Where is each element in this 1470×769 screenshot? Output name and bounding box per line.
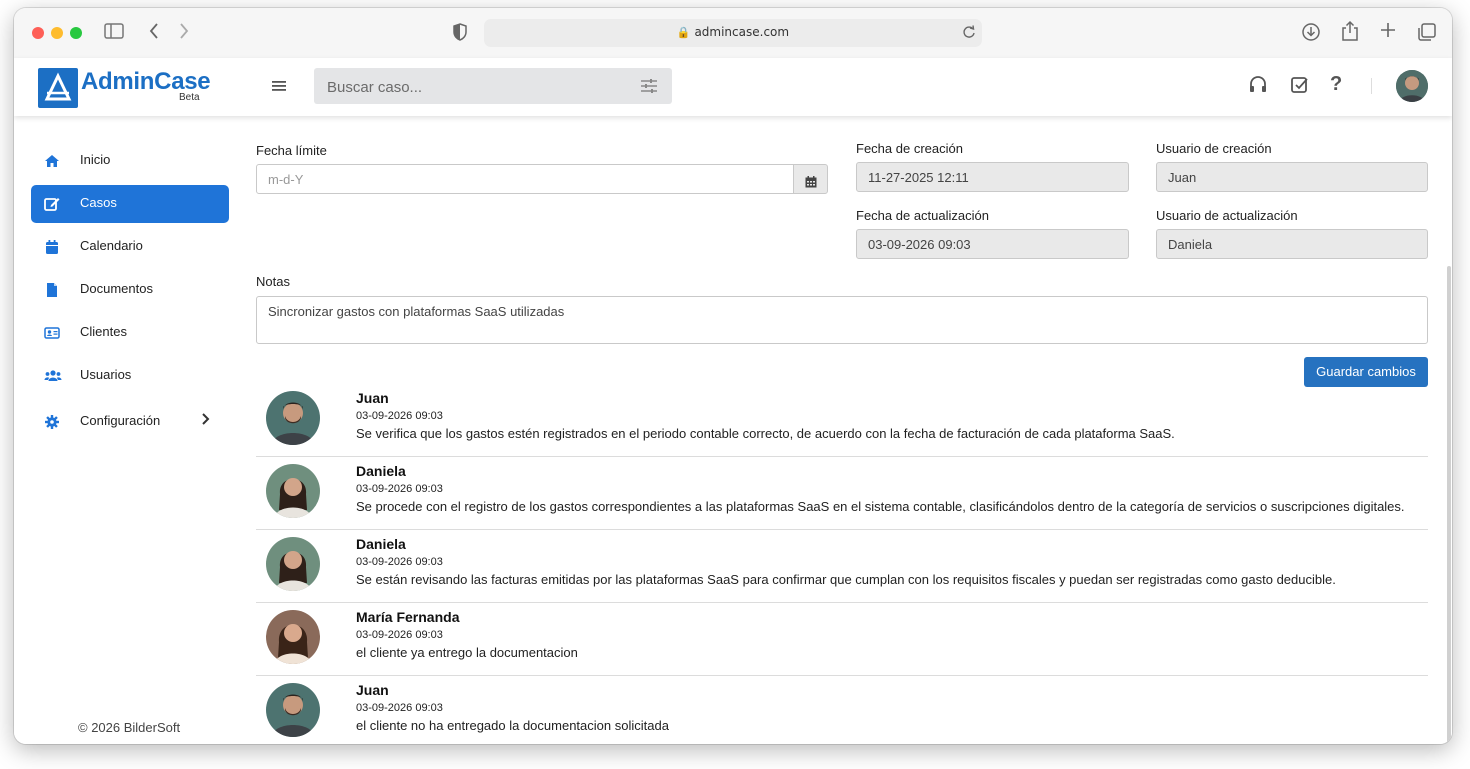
avatar-woman-icon — [266, 464, 320, 518]
comment-text: Se verifica que los gastos estén registr… — [356, 426, 1175, 441]
usuario-creacion-label: Usuario de creación — [1156, 141, 1272, 156]
comment-text: Se están revisando las facturas emitidas… — [356, 572, 1336, 587]
task-check-icon[interactable] — [1290, 75, 1310, 99]
id-card-icon — [44, 325, 60, 341]
comment-author: Daniela — [356, 536, 406, 552]
avatar-man-icon — [266, 391, 320, 445]
close-window-button[interactable] — [32, 27, 44, 39]
sidebar-item-configuracion[interactable]: Configuración — [31, 403, 229, 441]
comment-date: 03-09-2026 09:03 — [356, 410, 443, 422]
comment-item: Daniela 03-09-2026 09:03 Se están revisa… — [256, 529, 1428, 603]
comment-author: Daniela — [356, 463, 406, 479]
app-header: AdminCase Beta ? — [14, 58, 1452, 116]
fecha-limite-input[interactable]: m-d-Y — [256, 164, 794, 194]
search-bar — [314, 68, 672, 106]
file-icon — [44, 282, 60, 298]
copyright-text: © 2026 BilderSoft — [78, 720, 181, 735]
comment-item: Juan 03-09-2026 09:03 Se verifica que lo… — [256, 383, 1428, 457]
download-icon[interactable] — [1301, 22, 1321, 47]
calendar-icon — [805, 173, 817, 192]
address-bar[interactable]: 🔒 admincase.com — [484, 19, 982, 47]
filter-icon[interactable] — [640, 77, 658, 99]
browser-window: 🔒 admincase.com AdminCase Beta Buscar ca… — [14, 8, 1452, 744]
comment-text: el cliente no ha entregado la documentac… — [356, 718, 669, 733]
comment-author: María Fernanda — [356, 609, 460, 625]
sidebar-item-calendario[interactable]: Calendario — [31, 228, 229, 266]
edit-icon — [44, 196, 60, 212]
lock-icon: 🔒 — [676, 26, 691, 39]
logo-beta-label: Beta — [179, 92, 200, 103]
sidebar-item-inicio[interactable]: Inicio — [31, 142, 229, 180]
fecha-creacion-field: 11-27-2025 12:11 — [856, 162, 1129, 192]
sidebar-item-label: Configuración — [80, 413, 161, 428]
zoom-window-button[interactable] — [70, 27, 82, 39]
share-icon[interactable] — [1341, 20, 1359, 47]
comment-author: Juan — [356, 390, 389, 406]
headset-icon[interactable] — [1248, 75, 1268, 99]
usuario-actualizacion-field: Daniela — [1156, 229, 1428, 259]
comment-date: 03-09-2026 09:03 — [356, 702, 443, 714]
sidebar-item-label: Usuarios — [80, 367, 132, 382]
avatar-man-icon — [266, 683, 320, 737]
reload-icon[interactable] — [962, 24, 976, 44]
tabs-overview-icon[interactable] — [1417, 22, 1437, 47]
notas-label: Notas — [256, 274, 290, 289]
minimize-window-button[interactable] — [51, 27, 63, 39]
comment-text: el cliente ya entrego la documentacion — [356, 645, 578, 660]
usuario-creacion-field: Juan — [1156, 162, 1428, 192]
comment-item: Juan 03-09-2026 09:03 el cliente no ha e… — [256, 675, 1428, 744]
search-input[interactable] — [314, 68, 629, 106]
usuario-actualizacion-label: Usuario de actualización — [1156, 208, 1298, 223]
menu-toggle-icon[interactable] — [272, 76, 286, 97]
scrollbar[interactable] — [1447, 266, 1451, 744]
sidebar-item-label: Clientes — [80, 324, 127, 339]
fecha-limite-label: Fecha límite — [256, 143, 327, 158]
fecha-actualizacion-field: 03-09-2026 09:03 — [856, 229, 1129, 259]
user-avatar[interactable] — [1396, 70, 1428, 102]
sidebar-item-label: Inicio — [80, 152, 111, 167]
fecha-creacion-label: Fecha de creación — [856, 141, 963, 156]
comment-date: 03-09-2026 09:03 — [356, 629, 443, 641]
calendar-icon — [44, 239, 60, 255]
avatar-woman-icon — [266, 610, 320, 664]
sidebar-item-label: Documentos — [80, 281, 153, 296]
chevron-right-icon — [201, 411, 211, 430]
users-icon — [44, 368, 62, 384]
sidebar-item-clientes[interactable]: Clientes — [31, 314, 229, 352]
logo-icon[interactable] — [38, 68, 78, 108]
comment-date: 03-09-2026 09:03 — [356, 556, 443, 568]
notas-textarea[interactable]: Sincronizar gastos con plataformas SaaS … — [256, 296, 1428, 344]
sidebar: Inicio Casos Calendario Documentos Clien… — [14, 116, 247, 744]
sidebar-item-casos[interactable]: Casos — [31, 185, 229, 223]
fecha-actualizacion-label: Fecha de actualización — [856, 208, 989, 223]
shield-icon[interactable] — [452, 23, 468, 46]
case-detail-panel: Fecha límite m-d-Y Fecha de creación 11-… — [247, 116, 1452, 744]
new-tab-icon[interactable] — [1380, 22, 1396, 43]
comment-author: Juan — [356, 682, 389, 698]
sidebar-item-usuarios[interactable]: Usuarios — [31, 357, 229, 395]
help-icon[interactable]: ? — [1330, 73, 1342, 96]
gear-icon — [44, 414, 60, 430]
comment-item: Daniela 03-09-2026 09:03 Se procede con … — [256, 456, 1428, 530]
comment-text: Se procede con el registro de los gastos… — [356, 499, 1405, 514]
avatar-woman-icon — [266, 537, 320, 591]
back-icon[interactable] — [148, 22, 160, 45]
comment-date: 03-09-2026 09:03 — [356, 483, 443, 495]
sidebar-toggle-icon[interactable] — [104, 23, 124, 44]
comment-item: María Fernanda 03-09-2026 09:03 el clien… — [256, 602, 1428, 676]
date-picker-button[interactable] — [793, 164, 828, 194]
forward-icon[interactable] — [178, 22, 190, 45]
sidebar-item-documentos[interactable]: Documentos — [31, 271, 229, 309]
home-icon — [44, 153, 60, 169]
browser-toolbar: 🔒 admincase.com — [14, 8, 1452, 58]
header-divider — [1371, 78, 1372, 94]
url-text: 🔒 admincase.com — [676, 25, 790, 39]
sidebar-item-label: Casos — [80, 195, 117, 210]
sidebar-item-label: Calendario — [80, 238, 143, 253]
